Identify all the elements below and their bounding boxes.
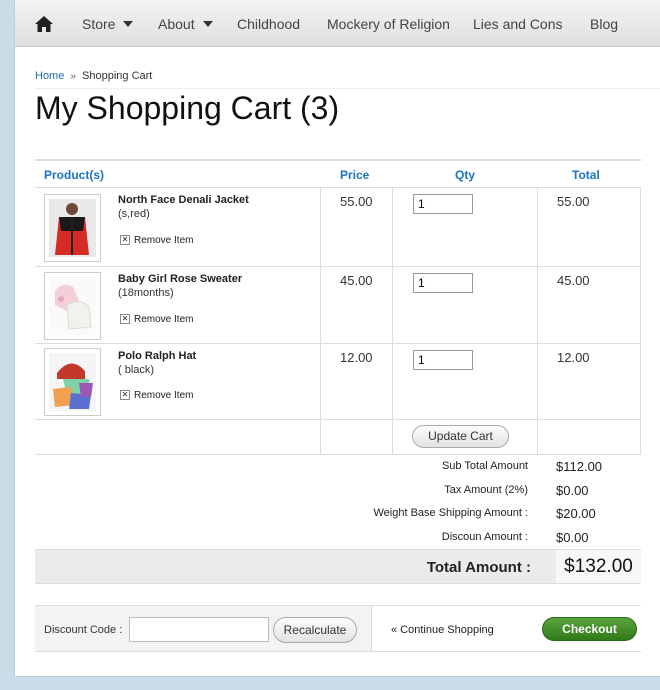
column-divider (640, 267, 641, 343)
item-total: 45.00 (557, 273, 590, 288)
breadcrumb-home[interactable]: Home (35, 70, 64, 82)
column-divider (320, 188, 321, 266)
nav-about[interactable]: About (158, 0, 213, 47)
product-image-hat[interactable] (44, 348, 101, 416)
product-name[interactable]: North Face Denali Jacket (118, 194, 249, 206)
quantity-input[interactable] (413, 350, 473, 370)
discount-amount-label: Discoun Amount : (441, 531, 528, 543)
sweater-image (49, 277, 96, 335)
remove-item-button[interactable]: ✕ Remove Item (120, 314, 193, 325)
total-amount-value: $132.00 (556, 550, 641, 583)
subtotal-value: $112.00 (556, 459, 603, 474)
column-divider (320, 344, 321, 419)
column-header-product: Product(s) (44, 168, 104, 182)
checkout-button[interactable]: Checkout (542, 617, 637, 641)
product-variant: (s,red) (118, 208, 150, 220)
column-divider (537, 267, 538, 343)
discount-code-label: Discount Code : (44, 624, 123, 636)
discount-code-input[interactable] (129, 617, 269, 642)
divider (35, 88, 660, 89)
column-divider (537, 188, 538, 266)
page-title: My Shopping Cart (3) (35, 90, 340, 126)
breadcrumb: Home » Shopping Cart (35, 70, 152, 82)
nav-store[interactable]: Store (82, 0, 134, 47)
item-price: 12.00 (340, 350, 373, 365)
product-name[interactable]: Baby Girl Rose Sweater (118, 273, 242, 285)
chevron-down-icon (123, 21, 134, 28)
remove-item-label: Remove Item (134, 390, 194, 401)
quantity-input[interactable] (413, 273, 473, 293)
cart-row: North Face Denali Jacket (s,red) ✕ Remove… (35, 188, 641, 267)
breadcrumb-separator: » (70, 71, 76, 82)
breadcrumb-current: Shopping Cart (82, 70, 153, 82)
item-price: 45.00 (340, 273, 373, 288)
top-nav: Store About Childhood Mockery of Religio… (15, 0, 660, 47)
shipping-label: Weight Base Shipping Amount : (373, 507, 528, 519)
nav-home[interactable] (35, 0, 59, 47)
cart-row: Baby Girl Rose Sweater (18months) ✕ Remov… (35, 267, 641, 344)
column-divider (320, 420, 321, 454)
tax-label: Tax Amount (2%) (444, 484, 528, 496)
product-name[interactable]: Polo Ralph Hat (118, 350, 196, 362)
column-divider (320, 267, 321, 343)
remove-item-button[interactable]: ✕ Remove Item (120, 235, 193, 246)
home-icon (35, 16, 53, 32)
column-divider (392, 267, 393, 343)
jacket-image (49, 199, 96, 257)
nav-childhood[interactable]: Childhood (237, 0, 300, 47)
product-variant: ( black) (118, 364, 155, 376)
grand-total-bar: Total Amount : $132.00 (35, 549, 641, 584)
close-icon: ✕ (120, 390, 130, 401)
cart-header-row: Product(s) Price Qty Total (35, 161, 641, 188)
column-divider (392, 344, 393, 419)
product-image-jacket[interactable] (44, 194, 101, 262)
update-cart-button[interactable]: Update Cart (412, 425, 509, 448)
discount-code-section: Discount Code : Recalculate (35, 606, 372, 651)
item-price: 55.00 (340, 194, 373, 209)
nav-blog[interactable]: Blog (590, 0, 618, 47)
remove-item-button[interactable]: ✕ Remove Item (120, 390, 193, 401)
shipping-value: $20.00 (556, 506, 596, 521)
remove-item-label: Remove Item (134, 314, 194, 325)
nav-store-label: Store (82, 16, 116, 32)
column-divider (640, 344, 641, 419)
column-header-total: Total (572, 168, 600, 182)
remove-item-label: Remove Item (134, 235, 194, 246)
cart-table: Product(s) Price Qty Total North Face De… (35, 159, 641, 455)
product-variant: (18months) (118, 287, 174, 299)
column-header-qty: Qty (455, 168, 476, 182)
cart-row: Polo Ralph Hat ( black) ✕ Remove Item 12.… (35, 344, 641, 420)
discount-amount-value: $0.00 (556, 530, 589, 545)
column-divider (392, 420, 393, 454)
item-total: 55.00 (557, 194, 590, 209)
column-header-price: Price (340, 168, 370, 182)
continue-shopping-link[interactable]: « Continue Shopping (391, 624, 494, 636)
column-divider (640, 188, 641, 266)
hat-image (49, 353, 96, 411)
subtotal-label: Sub Total Amount (441, 460, 528, 472)
product-image-sweater[interactable] (44, 272, 101, 340)
nav-about-label: About (158, 16, 195, 32)
column-divider (537, 344, 538, 419)
total-amount-label: Total Amount : (426, 559, 531, 576)
page: Store About Childhood Mockery of Religio… (14, 0, 660, 677)
recalculate-button[interactable]: Recalculate (273, 617, 357, 643)
column-divider (392, 188, 393, 266)
close-icon: ✕ (120, 235, 130, 246)
column-divider (640, 420, 641, 454)
nav-mockery-of-religion[interactable]: Mockery of Religion (327, 0, 450, 47)
close-icon: ✕ (120, 314, 130, 325)
item-total: 12.00 (557, 350, 590, 365)
update-row: Update Cart (35, 420, 641, 455)
cart-actions-bar: Discount Code : Recalculate « Continue S… (35, 605, 641, 652)
column-divider (537, 420, 538, 454)
nav-lies-and-cons[interactable]: Lies and Cons (473, 0, 563, 47)
tax-value: $0.00 (556, 483, 589, 498)
chevron-down-icon (202, 21, 213, 28)
quantity-input[interactable] (413, 194, 473, 214)
